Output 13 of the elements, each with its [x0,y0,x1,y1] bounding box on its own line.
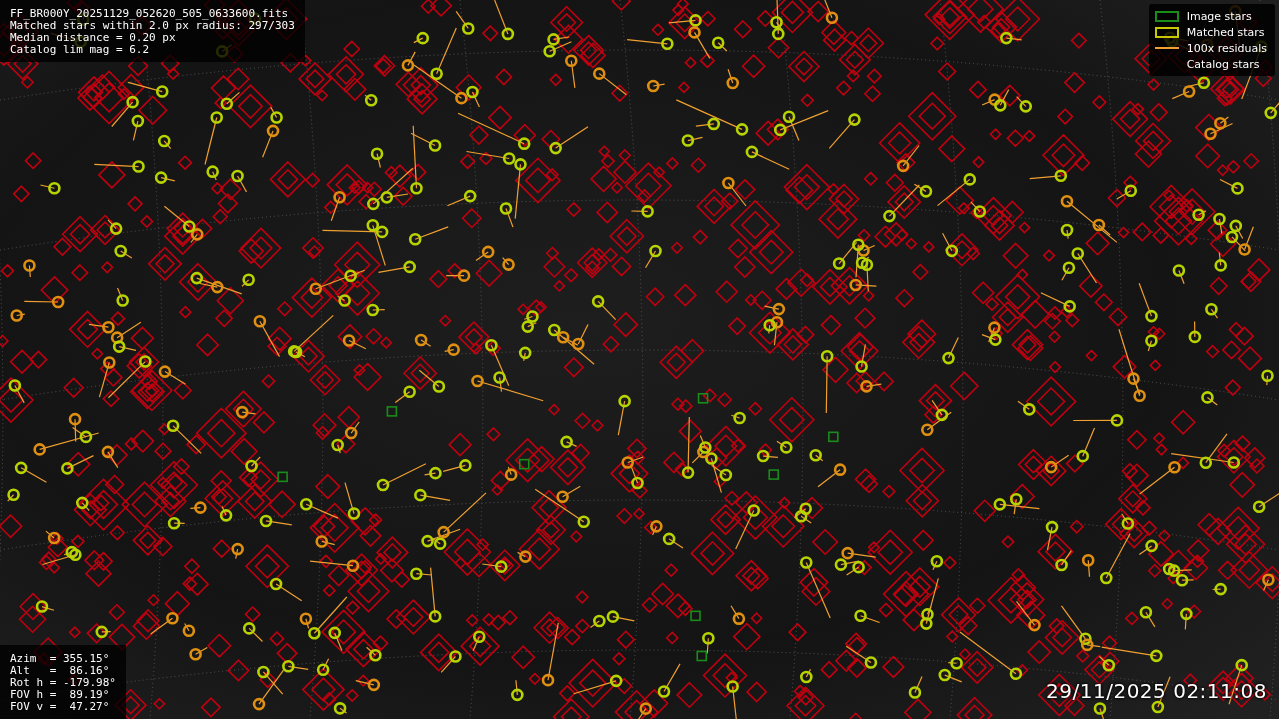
info-text: FF_BR000Y_20251129_052620_505_0633600.fits [10,8,290,20]
legend-label: Image stars [1186,9,1252,23]
info-text: Alt = 86.16° [10,665,111,677]
info-text: Rot h = -179.98° [10,677,116,689]
info-text: FOV h = 89.19° [10,689,111,701]
info-text: Median distance = 0.20 px [10,32,177,44]
info-text: Matched stars within 2.0 px radius: 297/303 [10,20,295,32]
legend-label: 100x residuals [1186,41,1267,55]
info-text: Catalog lim mag = 6.2 [10,44,151,56]
info-text: FOV v = 47.27° [10,701,111,713]
legend-label: Matched stars [1186,25,1265,39]
info-text: Azim = 355.15° [10,653,111,665]
legend-label: Catalog stars [1186,57,1260,71]
